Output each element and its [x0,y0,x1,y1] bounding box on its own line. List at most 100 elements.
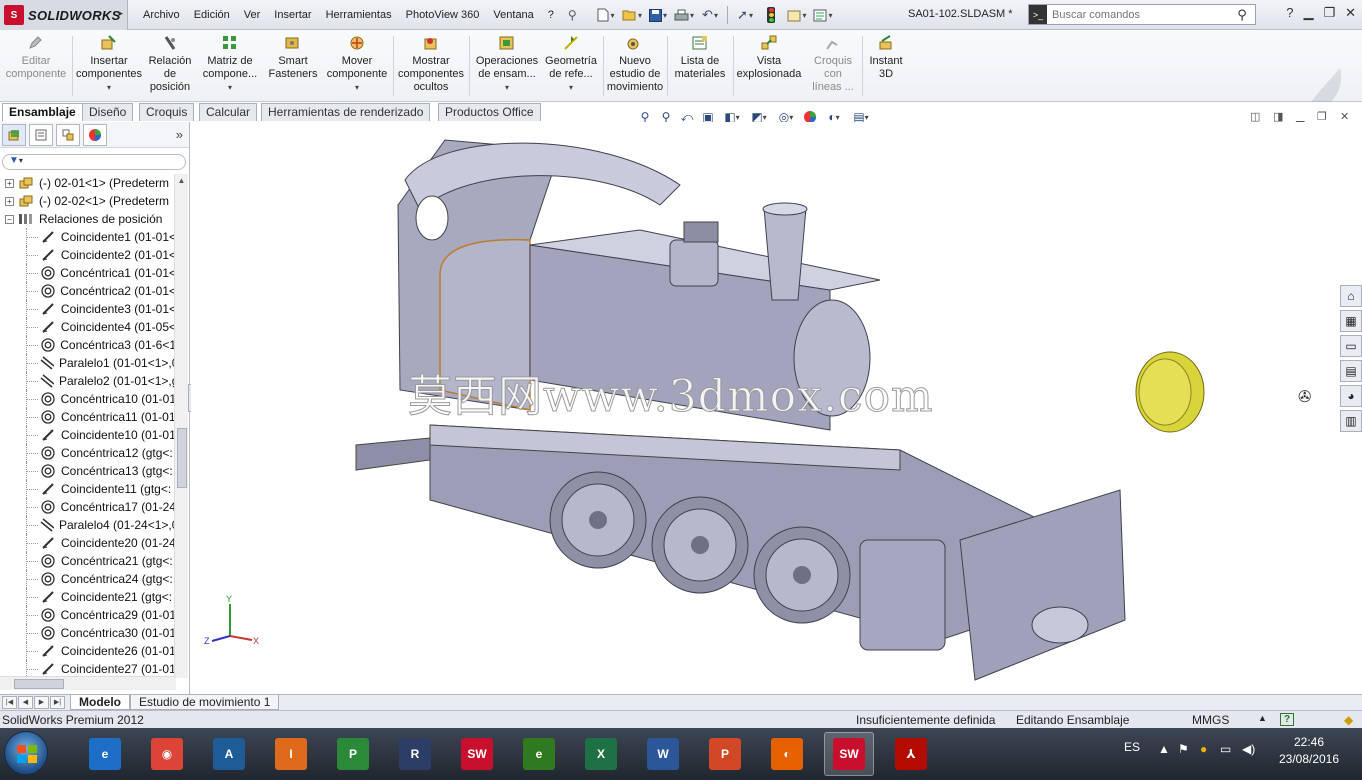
tree-mate-item[interactable]: Coincidente27 (01-01 [0,660,176,676]
dropdown-arrow-icon[interactable]: ▾ [569,81,573,94]
status-units[interactable]: MMGS [1192,713,1229,727]
tree-mate-item[interactable]: Coincidente4 (01-05< [0,318,176,336]
tree-mate-item[interactable]: Concéntrica24 (gtg<: [0,570,176,588]
update-icon[interactable]: ● [1200,742,1207,756]
tree-mate-item[interactable]: Concéntrica11 (01-01 [0,408,176,426]
editar-componente-button[interactable]: Editar componente [4,33,68,101]
featuremanager-tree-icon[interactable] [2,123,26,146]
view-palette-icon[interactable]: ▤ [1340,360,1362,382]
tree-vertical-scrollbar[interactable]: ▲ [174,174,188,678]
tree-mate-item[interactable]: Coincidente26 (01-01 [0,642,176,660]
file-properties-icon[interactable] [785,4,809,26]
search-icon[interactable]: ⚲ [1229,7,1255,23]
pin-menu-icon[interactable]: ⚲ [561,8,584,22]
tree-horizontal-scrollbar[interactable] [0,676,176,690]
croquis-lineas-button[interactable]: Croquis con líneas ... [806,33,860,101]
menu-archivo[interactable]: Archivo [136,9,187,21]
command-search[interactable]: >_ ⚲ [1028,4,1256,25]
select-arrow-icon[interactable]: ➚ [733,4,757,26]
matriz-componente-button[interactable]: Matriz de compone... ▾ [198,33,262,101]
appearances-icon[interactable]: ◕ [1340,385,1362,407]
taskbar-app[interactable]: I [266,732,316,776]
taskbar-app[interactable]: P [328,732,378,776]
tab-croquis[interactable]: Croquis [139,103,195,121]
scrollbar-thumb[interactable] [177,428,187,488]
rebuild-traffic-light-icon[interactable] [759,4,783,26]
print-icon[interactable] [672,4,696,26]
save-icon[interactable] [646,4,670,26]
scroll-up-icon[interactable]: ▲ [175,174,188,188]
new-document-icon[interactable] [594,4,618,26]
lista-materiales-button[interactable]: Lista de materiales [670,33,730,101]
taskbar-app[interactable]: ⅄ [886,732,936,776]
dropdown-arrow-icon[interactable]: ▾ [355,81,359,94]
tree-mate-item[interactable]: Coincidente1 (01-01< [0,228,176,246]
tree-mate-item[interactable]: Concéntrica10 (01-01 [0,390,176,408]
chevron-right-icon[interactable]: » [176,127,183,142]
property-manager-icon[interactable] [29,123,53,146]
scrollbar-thumb[interactable] [14,679,64,689]
tab-modelo[interactable]: Modelo [70,695,130,710]
insertar-componentes-button[interactable]: Insertar componentes ▾ [74,33,144,101]
menu-insertar[interactable]: Insertar [267,9,318,21]
expand-icon[interactable]: + [5,196,14,206]
menu-ver[interactable]: Ver [237,9,268,21]
clock[interactable]: 22:46 23/08/2016 [1274,734,1344,768]
tree-mate-item[interactable]: Coincidente20 (01-24 [0,534,176,552]
mover-componente-button[interactable]: Mover componente ▾ [324,33,390,101]
first-tab-icon[interactable]: |◀ [2,696,17,709]
taskbar-app[interactable]: SW [452,732,502,776]
next-tab-icon[interactable]: ▶ [34,696,49,709]
taskbar-app[interactable]: W [638,732,688,776]
tree-mate-item[interactable]: Coincidente11 (gtg<: [0,480,176,498]
undo-icon[interactable]: ↶ [698,4,722,26]
tab-renderizado[interactable]: Herramientas de renderizado [261,103,431,121]
collapse-icon[interactable]: − [5,214,14,224]
menu-herramientas[interactable]: Herramientas [319,9,399,21]
instant-3d-button[interactable]: Instant 3D [864,33,908,101]
open-folder-icon[interactable] [620,4,644,26]
vista-explosionada-button[interactable]: Vista explosionada [736,33,802,101]
tree-mate-item[interactable]: Concéntrica2 (01-01< [0,282,176,300]
menu-edicion[interactable]: Edición [187,9,237,21]
language-indicator[interactable]: ES [1124,740,1140,754]
volume-icon[interactable]: ◀) [1242,742,1255,756]
dropdown-arrow-icon[interactable]: ▾ [505,81,509,94]
tree-mate-item[interactable]: Concéntrica21 (gtg<: [0,552,176,570]
taskbar-app[interactable]: SW [824,732,874,776]
taskbar-app[interactable]: P [700,732,750,776]
tree-mate-item[interactable]: Concéntrica12 (gtg<: [0,444,176,462]
network-icon[interactable]: ▭ [1220,742,1231,756]
tree-mate-item[interactable]: Concéntrica17 (01-24 [0,498,176,516]
tree-node[interactable]: + (-) 02-01<1> (Predeterm [0,174,176,192]
taskbar-app[interactable]: A [204,732,254,776]
tree-filter-field[interactable]: ▼▾ [2,154,186,170]
relacion-posicion-button[interactable]: Relación de posición [146,33,194,101]
mostrar-componentes-ocultos-button[interactable]: Mostrar componentes ocultos [396,33,466,101]
solidworks-resources-icon[interactable]: ⌂ [1340,285,1362,307]
tooltip-icon[interactable]: ◆ [1344,713,1353,727]
start-button[interactable] [4,731,48,775]
taskbar-app[interactable]: ◉ [142,732,192,776]
action-center-flag-icon[interactable]: ⚑ [1178,742,1189,756]
custom-properties-icon[interactable]: ▥ [1340,410,1362,432]
tree-mate-item[interactable]: Coincidente21 (gtg<: [0,588,176,606]
smart-fasteners-button[interactable]: Smart Fasteners [266,33,320,101]
taskbar-app[interactable]: R [390,732,440,776]
nuevo-estudio-movimiento-button[interactable]: Nuevo estudio de movimiento [606,33,664,101]
tree-mate-item[interactable]: Concéntrica3 (01-6<1 [0,336,176,354]
expand-icon[interactable]: + [5,178,14,188]
units-dropdown-icon[interactable]: ▲ [1258,713,1267,723]
operaciones-ensamblaje-button[interactable]: Operaciones de ensam... ▾ [472,33,542,101]
quick-tips-icon[interactable]: ? [1280,713,1294,726]
taskbar-app[interactable]: e [514,732,564,776]
tab-calcular[interactable]: Calcular [199,103,258,121]
tree-mate-item[interactable]: Coincidente2 (01-01< [0,246,176,264]
menu-photoview[interactable]: PhotoView 360 [399,9,487,21]
tree-mate-item[interactable]: Concéntrica30 (01-01 [0,624,176,642]
last-tab-icon[interactable]: ▶| [50,696,65,709]
tree-mate-item[interactable]: Coincidente3 (01-01< [0,300,176,318]
minimize-icon[interactable]: ▁ [1303,5,1313,21]
tab-diseno[interactable]: Diseño [82,103,134,121]
dropdown-arrow-icon[interactable]: ▾ [107,81,111,94]
